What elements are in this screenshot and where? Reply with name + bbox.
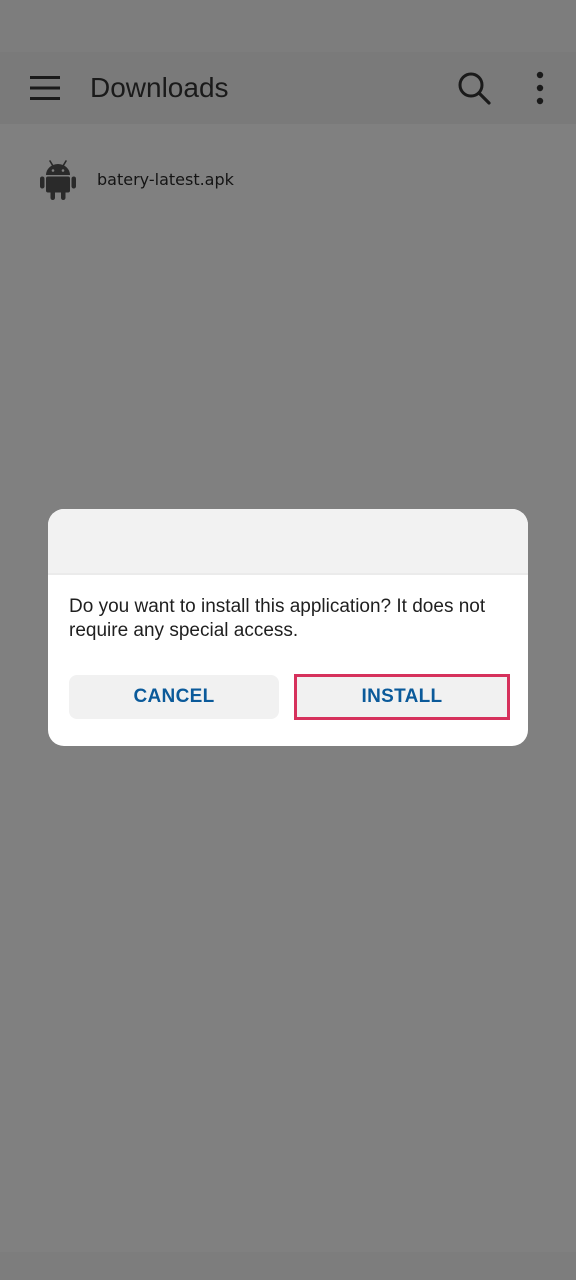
menu-icon[interactable] [26, 74, 62, 102]
page-title: Downloads [90, 72, 229, 103]
android-icon [40, 160, 76, 200]
navigation-bar [0, 1252, 576, 1280]
dialog-message: Do you want to install this application?… [69, 596, 486, 641]
cancel-button[interactable]: CANCEL [69, 675, 279, 719]
file-list-item[interactable]: batery-latest.apk [0, 150, 576, 210]
more-vertical-icon[interactable] [528, 70, 552, 106]
install-button[interactable]: INSTALL [294, 674, 510, 720]
file-name: batery-latest.apk [97, 170, 234, 189]
status-bar [0, 0, 576, 52]
search-icon[interactable] [456, 70, 492, 106]
app-bar: Downloads [0, 52, 576, 124]
install-dialog: Do you want to install this application?… [48, 509, 528, 746]
dialog-header [48, 509, 528, 575]
